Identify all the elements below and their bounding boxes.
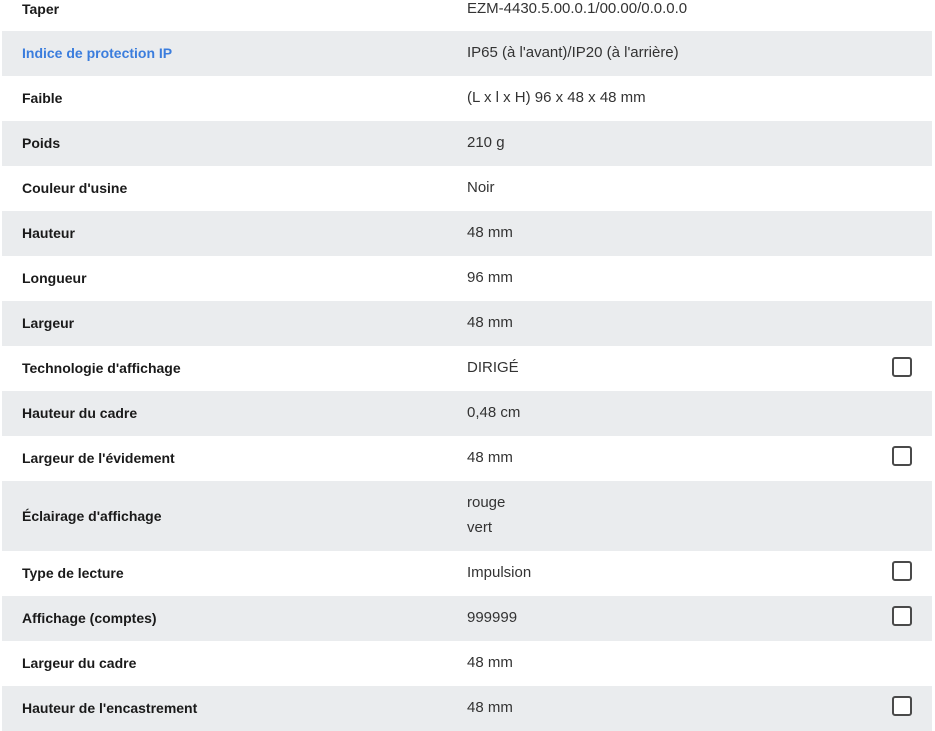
spec-label: Type de lecture <box>22 565 124 581</box>
spec-value: vert <box>467 519 493 536</box>
spec-table: Taper EZM-4430.5.00.0.1/00.00/0.0.0.0 In… <box>0 0 935 731</box>
spec-value: Impulsion <box>467 564 532 581</box>
spec-value: 210 g <box>467 134 505 151</box>
spec-label: Poids <box>22 135 61 151</box>
spec-row-cutout-width: Largeur de l'évidement 48 mm <box>2 436 932 481</box>
spec-value: 0,48 cm <box>467 404 521 421</box>
spec-label: Affichage (comptes) <box>22 610 157 626</box>
spec-row-display-technology: Technologie d'affichage DIRIGÉ <box>2 346 932 391</box>
spec-value: 96 mm <box>467 269 513 286</box>
spec-row-recess-height: Hauteur de l'encastrement 48 mm <box>2 686 932 731</box>
spec-row-ip-rating: Indice de protection IP IP65 (à l'avant)… <box>2 31 932 76</box>
spec-value: IP65 (à l'avant)/IP20 (à l'arrière) <box>467 44 679 61</box>
spec-row-dimensions: Faible (L x l x H) 96 x 48 x 48 mm <box>2 76 932 121</box>
compare-checkbox[interactable] <box>892 446 912 466</box>
spec-value: 48 mm <box>467 449 513 466</box>
spec-label: Faible <box>22 90 63 106</box>
spec-value: 48 mm <box>467 654 513 671</box>
compare-checkbox[interactable] <box>892 606 912 626</box>
spec-value: 48 mm <box>467 699 513 716</box>
spec-label: Longueur <box>22 270 87 286</box>
spec-row-length: Longueur 96 mm <box>2 256 932 301</box>
spec-value: 48 mm <box>467 224 513 241</box>
spec-row-weight: Poids 210 g <box>2 121 932 166</box>
spec-label: Hauteur du cadre <box>22 405 138 421</box>
spec-label: Largeur de l'évidement <box>22 450 175 466</box>
spec-value: 999999 <box>467 609 518 626</box>
spec-row-width: Largeur 48 mm <box>2 301 932 346</box>
spec-row-color: Couleur d'usine Noir <box>2 166 932 211</box>
spec-value: EZM-4430.5.00.0.1/00.00/0.0.0.0 <box>467 0 688 17</box>
compare-checkbox[interactable] <box>892 561 912 581</box>
spec-value: rouge <box>467 494 506 511</box>
spec-row-frame-height: Hauteur du cadre 0,48 cm <box>2 391 932 436</box>
spec-label: Hauteur <box>22 225 75 241</box>
spec-row-type: Taper EZM-4430.5.00.0.1/00.00/0.0.0.0 <box>2 0 932 31</box>
spec-label: Éclairage d'affichage <box>22 508 162 524</box>
spec-row-frame-width: Largeur du cadre 48 mm <box>2 641 932 686</box>
compare-checkbox[interactable] <box>892 357 912 377</box>
spec-row-display-counts: Affichage (comptes) 999999 <box>2 596 932 641</box>
spec-label: Hauteur de l'encastrement <box>22 700 198 716</box>
spec-label: Largeur <box>22 315 75 331</box>
compare-checkbox[interactable] <box>892 696 912 716</box>
spec-value: DIRIGÉ <box>467 359 519 376</box>
ip-rating-link[interactable]: Indice de protection IP <box>22 44 172 62</box>
spec-row-height: Hauteur 48 mm <box>2 211 932 256</box>
spec-label: Largeur du cadre <box>22 655 137 671</box>
spec-value-list: rouge vert <box>467 494 505 537</box>
spec-value: (L x l x H) 96 x 48 x 48 mm <box>467 89 646 106</box>
spec-label: Couleur d'usine <box>22 180 128 196</box>
spec-row-reading-type: Type de lecture Impulsion <box>2 551 932 596</box>
spec-value: 48 mm <box>467 314 513 331</box>
spec-row-display-illumination: Éclairage d'affichage rouge vert <box>2 481 932 551</box>
spec-label: Technologie d'affichage <box>22 360 181 376</box>
spec-value: Noir <box>467 179 495 196</box>
spec-label: Taper <box>22 1 60 17</box>
